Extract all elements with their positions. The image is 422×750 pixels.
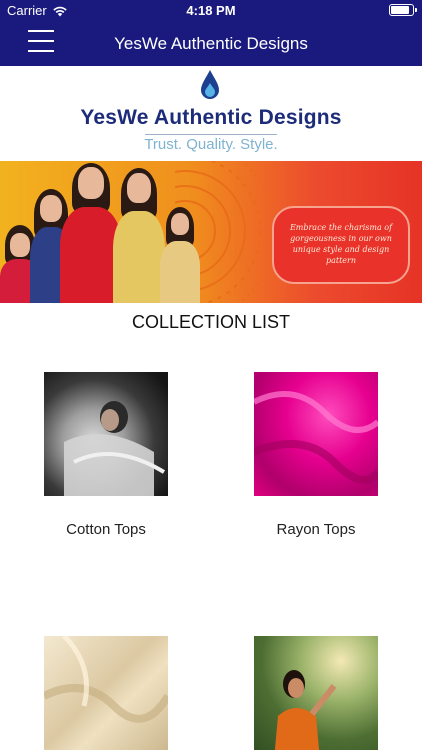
model-figure — [113, 165, 165, 303]
battery-icon — [389, 4, 417, 16]
battery-level — [391, 6, 409, 14]
collection-item-3[interactable] — [26, 636, 186, 750]
status-time: 4:18 PM — [186, 3, 236, 18]
brand-tagline: Trust. Quality. Style. — [144, 136, 278, 153]
collection-item-label: Rayon Tops — [276, 521, 356, 538]
collection-item-image[interactable] — [44, 636, 168, 750]
navigation-bar: Carrier 4:18 PM YesWe Authentic Designs — [0, 0, 422, 66]
brand-divider — [145, 134, 277, 135]
fabric-folds-image — [254, 391, 378, 484]
banner-text-frame: Embrace the charisma of gorgeousness in … — [272, 206, 410, 284]
nav-title: YesWe Authentic Designs — [114, 34, 308, 53]
brand-logo: YesWe Authentic Designs Trust. Quality. … — [0, 66, 422, 160]
status-bar: Carrier 4:18 PM — [0, 0, 422, 22]
fabric-texture-image — [44, 636, 168, 723]
collection-item-image[interactable] — [254, 372, 378, 496]
model-figure — [160, 207, 200, 303]
collection-item-label: Cotton Tops — [66, 521, 146, 538]
person-lying-image — [64, 401, 166, 496]
collection-item-rayon-tops[interactable]: Rayon Tops — [236, 372, 396, 538]
collection-item-4[interactable] — [236, 636, 396, 750]
banner-text: Embrace the charisma of gorgeousness in … — [289, 223, 393, 265]
collection-title: COLLECTION LIST — [131, 312, 291, 332]
collection-item-image[interactable] — [44, 372, 168, 496]
woman-outdoor-image — [274, 670, 337, 750]
promo-banner[interactable]: Embrace the charisma of gorgeousness in … — [0, 161, 422, 303]
brand-name: YesWe Authentic Designs — [80, 106, 342, 129]
collection-item-cotton-tops[interactable]: Cotton Tops — [26, 372, 186, 538]
collection-item-image[interactable] — [254, 636, 378, 750]
water-drop-icon — [201, 70, 219, 99]
